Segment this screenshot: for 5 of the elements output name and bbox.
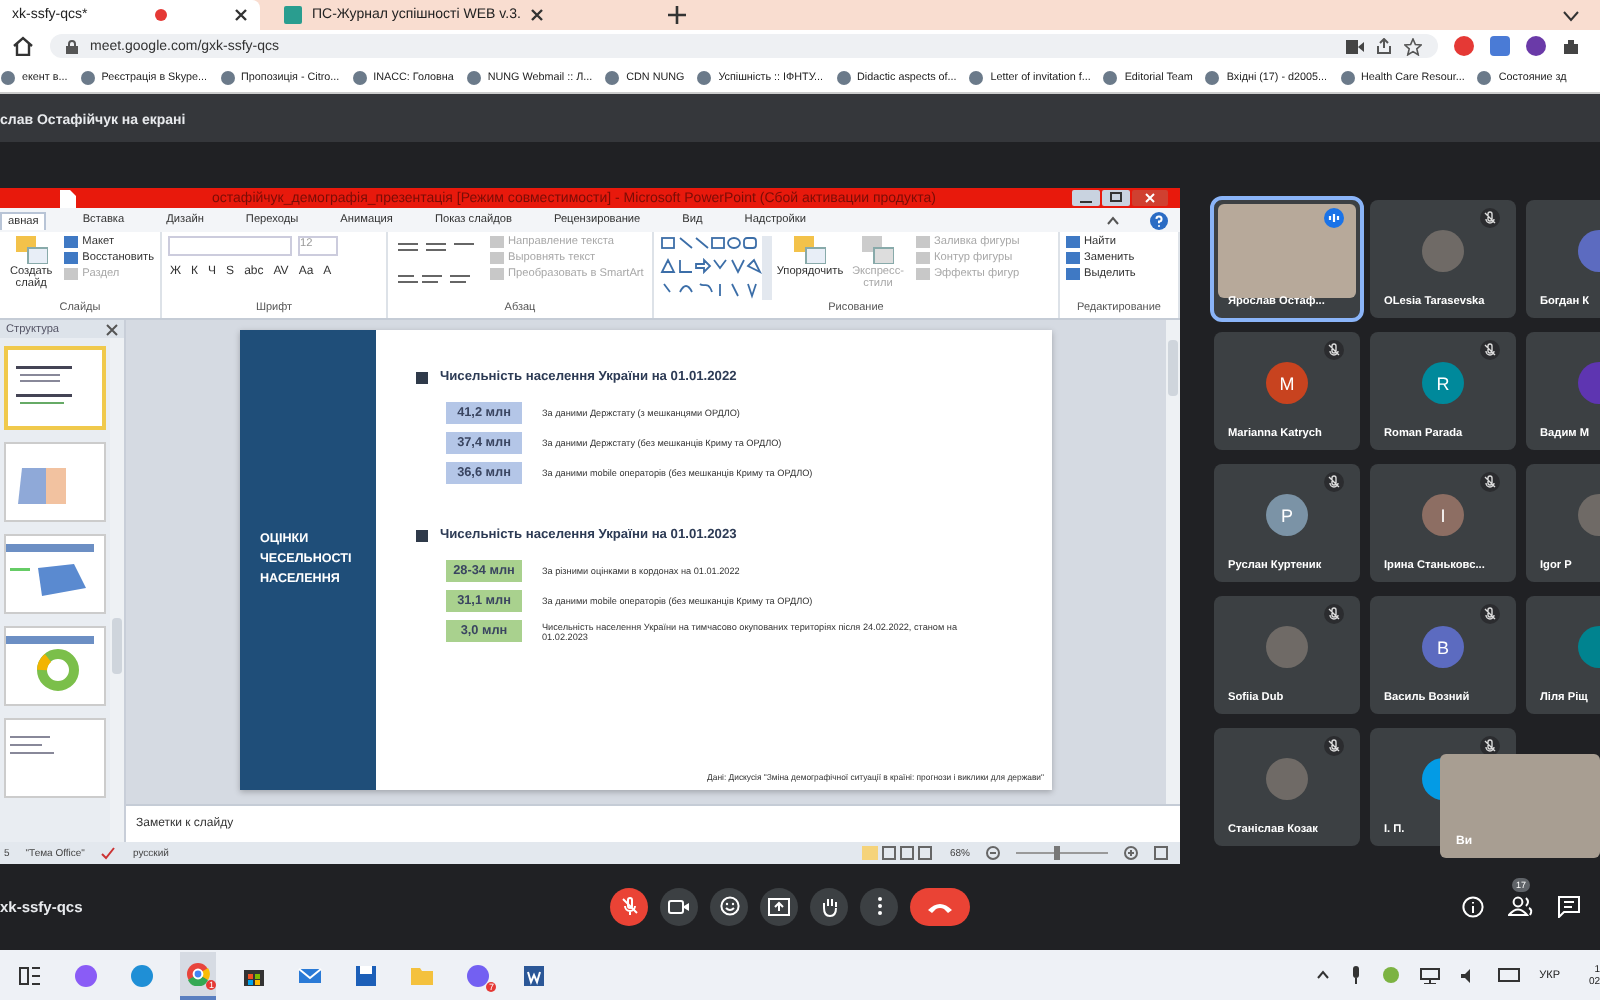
avatar: І xyxy=(1422,494,1464,537)
avatar: Р xyxy=(1266,494,1308,537)
avatar: R xyxy=(1422,362,1464,405)
avatar: M xyxy=(1266,362,1308,405)
avatar: В xyxy=(1422,626,1464,669)
